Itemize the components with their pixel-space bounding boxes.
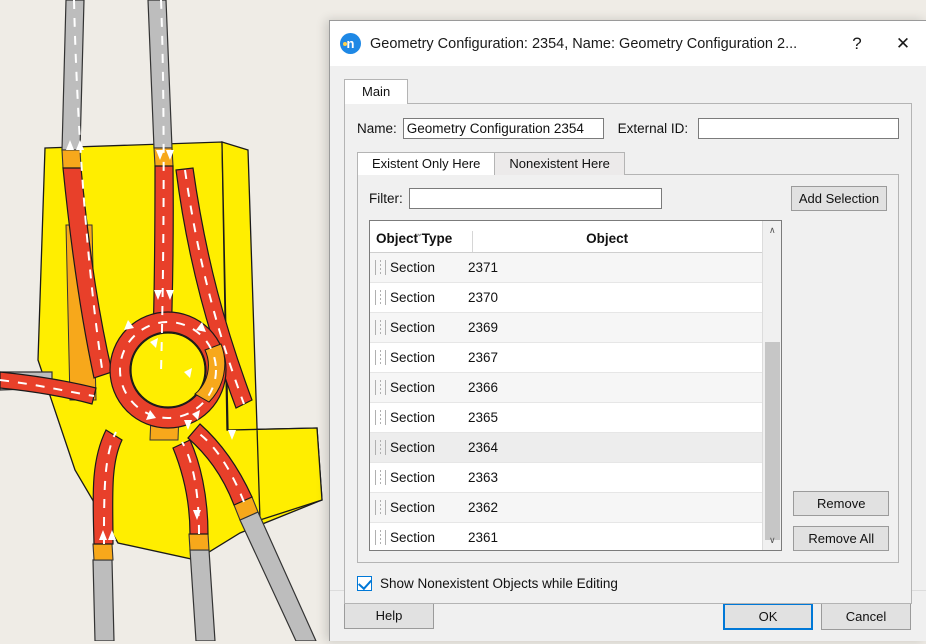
dialog-title: Geometry Configuration: 2354, Name: Geom… [370,36,834,52]
cell-object: 2365 [468,410,781,425]
scrollbar-thumb[interactable] [765,342,780,540]
ok-button[interactable]: OK [723,603,813,630]
check-icon [358,576,372,590]
table-header-row: ⌄ Object Type Object [370,221,781,253]
cell-object-type: Section [390,530,468,545]
cell-object-type: Section [390,260,468,275]
close-icon[interactable]: ✕ [880,21,926,66]
cell-object-type: Section [390,350,468,365]
table-side-buttons: Remove Remove All [793,220,887,551]
grid-area: ⌄ Object Type Object Section2371Section2… [369,220,887,551]
aimsun-n-icon: n [340,33,361,54]
table-body: Section2371Section2370Section2369Section… [370,253,781,550]
table-row[interactable]: Section2371 [370,253,781,283]
table-row[interactable]: Section2367 [370,343,781,373]
cell-object: 2362 [468,500,781,515]
help-icon[interactable]: ? [834,21,880,66]
chevron-down-icon: ⌄ [414,230,425,237]
drag-handle-icon[interactable] [370,290,390,305]
cell-object-type: Section [390,380,468,395]
table-row[interactable]: Section2364 [370,433,781,463]
add-selection-button[interactable]: Add Selection [791,186,887,211]
column-header-object-label: Object [586,231,628,246]
name-row: Name: External ID: [357,118,899,139]
filter-row: Filter: Add Selection [369,186,887,211]
remove-button[interactable]: Remove [793,491,889,516]
geometry-configuration-dialog: n Geometry Configuration: 2354, Name: Ge… [329,20,926,641]
tab-main[interactable]: Main [344,79,408,104]
drag-handle-icon[interactable] [370,350,390,365]
table-row[interactable]: Section2365 [370,403,781,433]
scroll-up-icon[interactable]: ∧ [763,221,781,240]
cell-object: 2371 [468,260,781,275]
table-scrollbar[interactable]: ∧ ∨ [762,221,781,550]
cell-object: 2370 [468,290,781,305]
roundabout-island [131,333,205,407]
object-scope-tabstrip: Existent Only Here Nonexistent Here [357,151,899,175]
drag-handle-icon[interactable] [370,470,390,485]
drag-handle-icon[interactable] [370,260,390,275]
cell-object-type: Section [390,440,468,455]
name-input[interactable] [403,118,604,139]
cell-object-type: Section [390,500,468,515]
objects-table: ⌄ Object Type Object Section2371Section2… [369,220,782,551]
name-label: Name: [357,121,397,136]
main-tab-panel: Name: External ID: Existent Only Here No… [344,103,912,604]
cell-object: 2363 [468,470,781,485]
drag-handle-icon[interactable] [370,380,390,395]
cell-object: 2364 [468,440,781,455]
cancel-button[interactable]: Cancel [821,603,911,630]
column-header-object-type[interactable]: ⌄ Object Type [370,231,473,252]
cell-object-type: Section [390,470,468,485]
cell-object: 2369 [468,320,781,335]
object-scope-panel: Filter: Add Selection ⌄ Object Type [357,174,899,563]
drag-handle-icon[interactable] [370,410,390,425]
tab-existent-only-here[interactable]: Existent Only Here [357,152,495,175]
cell-object: 2361 [468,530,781,545]
cell-object-type: Section [390,410,468,425]
help-button[interactable]: Help [344,603,434,629]
filter-label: Filter: [369,191,403,206]
cell-object-type: Section [390,290,468,305]
cell-object-type: Section [390,320,468,335]
show-nonexistent-label: Show Nonexistent Objects while Editing [380,576,618,591]
drag-handle-icon[interactable] [370,530,390,545]
drag-handle-icon[interactable] [370,500,390,515]
column-header-object[interactable]: Object [473,231,781,252]
dialog-titlebar[interactable]: n Geometry Configuration: 2354, Name: Ge… [330,21,926,66]
tab-nonexistent-here[interactable]: Nonexistent Here [494,152,624,175]
table-row[interactable]: Section2362 [370,493,781,523]
table-row[interactable]: Section2366 [370,373,781,403]
cell-object: 2367 [468,350,781,365]
remove-all-button[interactable]: Remove All [793,526,889,551]
table-row[interactable]: Section2361 [370,523,781,550]
table-row[interactable]: Section2370 [370,283,781,313]
drag-handle-icon[interactable] [370,320,390,335]
show-nonexistent-checkbox[interactable] [357,576,372,591]
cell-object: 2366 [468,380,781,395]
filter-input[interactable] [409,188,662,209]
drag-handle-icon[interactable] [370,440,390,455]
scroll-down-icon[interactable]: ∨ [763,531,781,550]
main-tabstrip: Main [344,78,912,104]
table-row[interactable]: Section2363 [370,463,781,493]
table-row[interactable]: Section2369 [370,313,781,343]
dialog-body: Main Name: External ID: Existent Only He… [330,66,926,604]
show-nonexistent-row[interactable]: Show Nonexistent Objects while Editing [357,576,899,591]
external-id-label: External ID: [618,121,689,136]
external-id-input[interactable] [698,118,899,139]
